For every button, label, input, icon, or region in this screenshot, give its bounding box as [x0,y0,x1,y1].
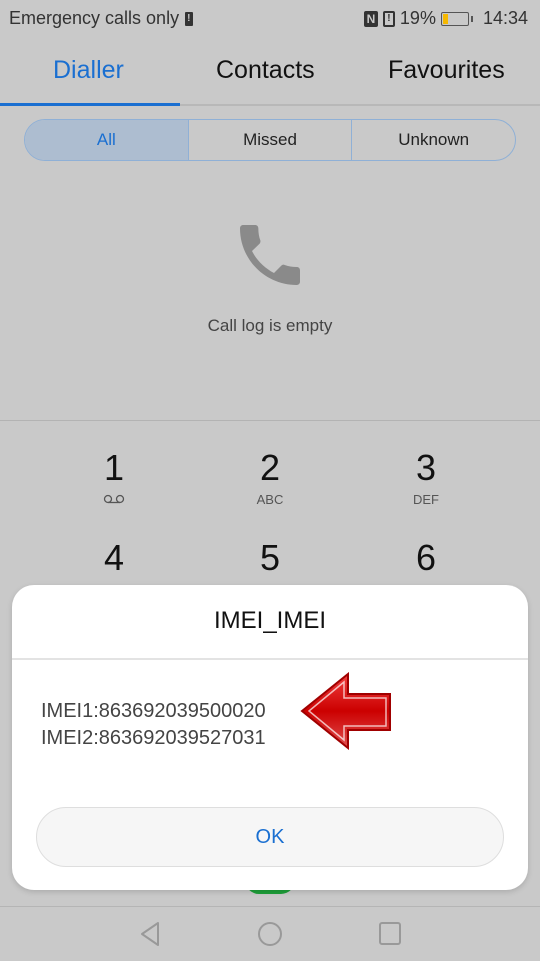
key-4[interactable]: 4 [54,538,174,578]
key-digit: 5 [259,537,281,578]
navigation-bar [0,906,540,961]
nfc-icon: N [363,10,378,27]
dialog-title: IMEI_IMEI [213,607,327,634]
filter-missed[interactable]: Missed [187,120,352,160]
recents-icon[interactable] [377,919,403,949]
key-5[interactable]: 5 [210,538,330,578]
ok-button[interactable]: OK [36,807,504,867]
tab-bar: Dialler Contacts Favourites [0,38,540,108]
key-2[interactable]: 2 ABC [210,447,330,508]
key-digit: 3 [415,447,437,488]
tab-contacts[interactable]: Contacts [216,56,315,85]
call-log-empty: Call log is empty [0,215,540,336]
tab-favourites[interactable]: Favourites [388,56,505,85]
dialog-divider [12,658,528,660]
call-filter: All Missed Unknown [24,119,516,161]
sim-alert-icon: ! [382,10,395,27]
status-bar: Emergency calls only N ! 19% 14:34 [0,0,540,38]
voicemail-icon [54,492,174,507]
filter-unknown[interactable]: Unknown [351,120,515,160]
key-digit: 2 [259,447,281,488]
imei-dialog: IMEI_IMEI IMEI1:863692039500020 IMEI2:86… [12,585,528,890]
imei2-text: IMEI2:863692039527031 [41,727,266,749]
key-1[interactable]: 1 [54,448,174,507]
red-arrow-icon [300,672,391,750]
filter-all[interactable]: All [25,120,188,160]
imei1-text: IMEI1:863692039500020 [41,700,266,722]
key-digit: 1 [103,447,125,488]
clock: 14:34 [482,8,528,28]
phone-icon [240,225,300,285]
dialog-body: IMEI1:863692039500020 IMEI2:863692039527… [41,698,266,752]
empty-message: Call log is empty [207,316,333,335]
home-icon[interactable] [256,919,284,949]
key-digit: 6 [415,537,437,578]
key-6[interactable]: 6 [366,538,486,578]
key-letters: ABC [256,492,284,507]
keypad-divider [0,420,540,421]
battery-icon [440,11,473,26]
back-icon[interactable] [136,919,166,949]
key-digit: 4 [103,537,125,578]
key-3[interactable]: 3 DEF [366,447,486,508]
battery-percent: 19% [399,8,436,28]
battery-alert-icon [185,11,194,26]
battery-fill [442,13,448,24]
carrier-text: Emergency calls only [9,8,180,28]
tab-dialler[interactable]: Dialler [53,56,124,85]
key-letters: DEF [413,492,439,507]
tab-indicator [0,103,180,106]
